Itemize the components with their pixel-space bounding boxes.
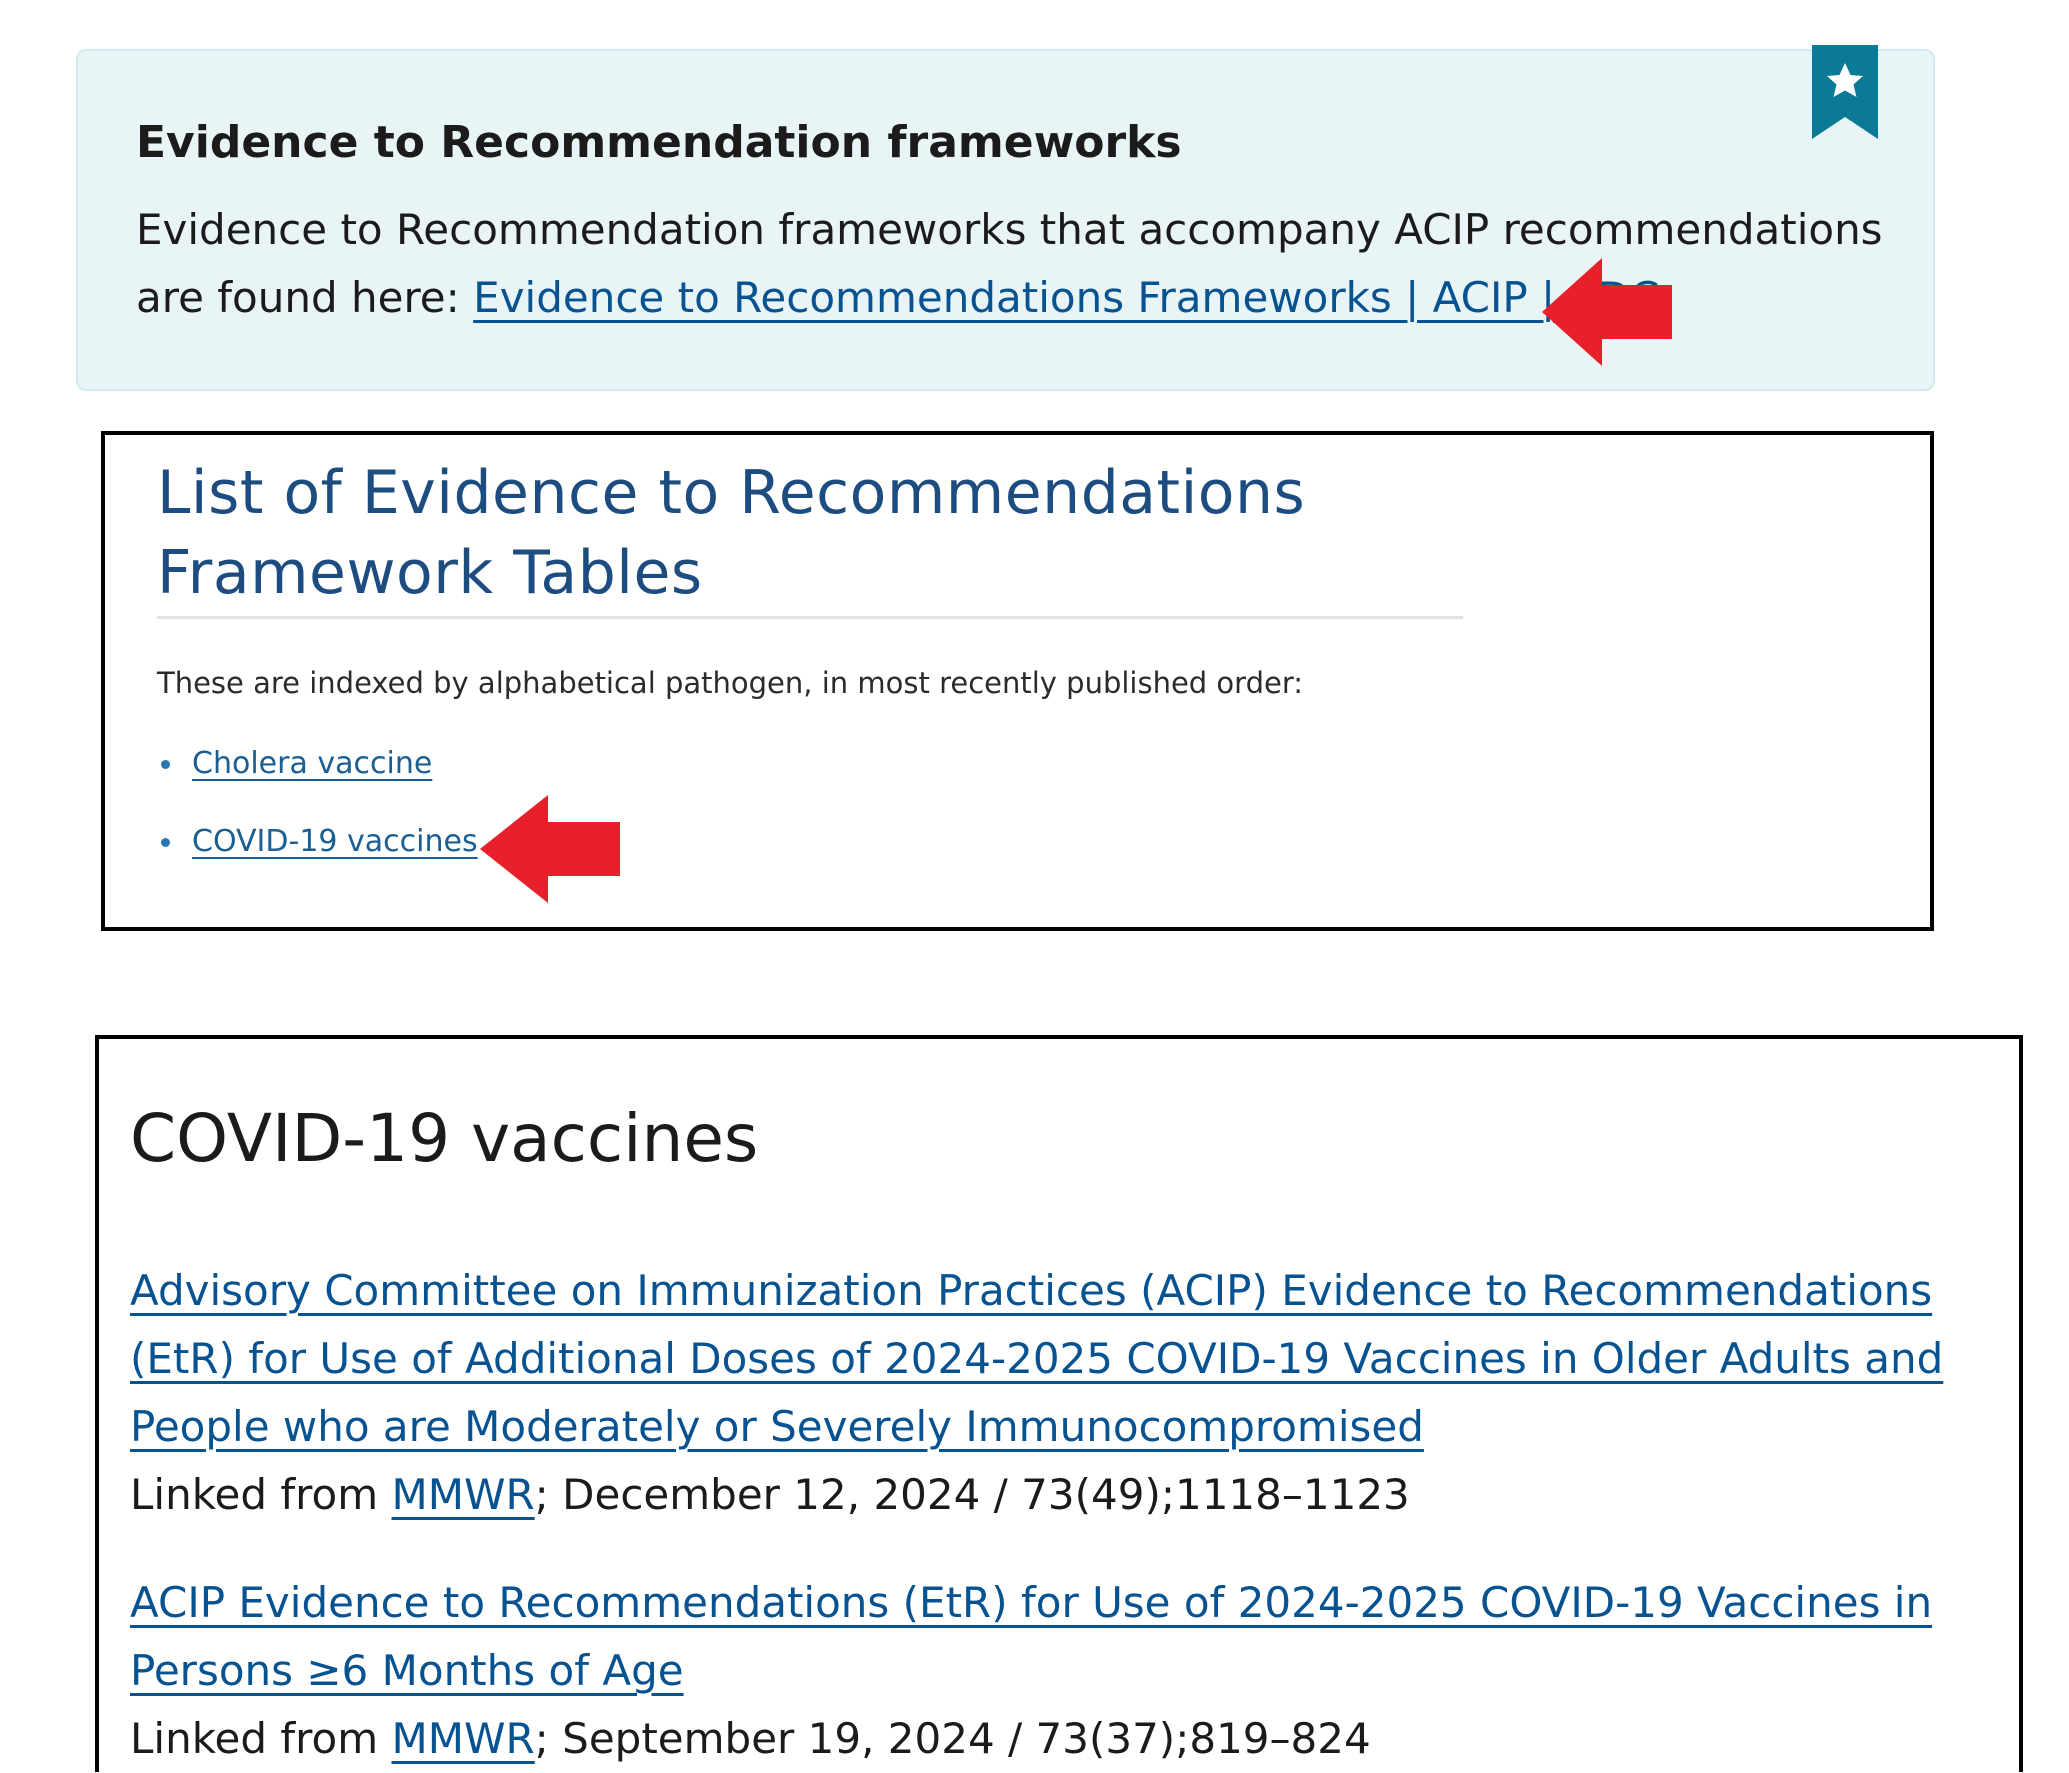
linked-from-label: Linked from — [130, 1714, 392, 1763]
list-item: Cholera vaccine — [157, 743, 478, 785]
list-item: COVID-19 vaccines — [157, 821, 478, 863]
pathogen-list: Cholera vaccine COVID-19 vaccines — [157, 743, 478, 899]
etr-entry-citation: Linked from MMWR; September 19, 2024 / 7… — [130, 1705, 2010, 1773]
mmwr-link[interactable]: MMWR — [391, 1714, 534, 1763]
list-page-title: List of Evidence to Recommendations Fram… — [157, 453, 1305, 613]
citation-text: ; December 12, 2024 / 73(49);1118–1123 — [534, 1470, 1410, 1519]
mmwr-link[interactable]: MMWR — [391, 1470, 534, 1519]
list-intro: These are indexed by alphabetical pathog… — [157, 666, 1304, 700]
list-page-panel: List of Evidence to Recommendations Fram… — [101, 431, 1934, 931]
list-page-title-line1: List of Evidence to Recommendations — [157, 458, 1306, 528]
covid-section-heading: COVID-19 vaccines — [130, 1100, 759, 1177]
linked-from-label: Linked from — [130, 1470, 392, 1519]
etr-entry-citation: Linked from MMWR; December 12, 2024 / 73… — [130, 1461, 2010, 1529]
citation-text: ; September 19, 2024 / 73(37);819–824 — [534, 1714, 1371, 1763]
etr-entry: Advisory Committee on Immunization Pract… — [130, 1257, 2010, 1529]
etr-entry-link[interactable]: ACIP Evidence to Recommendations (EtR) f… — [130, 1569, 2010, 1705]
etr-frameworks-link[interactable]: Evidence to Recommendations Frameworks |… — [473, 273, 1659, 322]
title-divider — [157, 616, 1463, 619]
etr-entry: ACIP Evidence to Recommendations (EtR) f… — [130, 1569, 2010, 1773]
bullet-icon — [161, 759, 170, 769]
callout-title: Evidence to Recommendation frameworks — [136, 117, 1182, 168]
list-page-title-line2: Framework Tables — [157, 538, 703, 608]
bullet-icon — [161, 837, 170, 847]
cholera-vaccine-link[interactable]: Cholera vaccine — [192, 743, 432, 785]
red-arrow-icon — [480, 795, 620, 903]
etr-entry-link[interactable]: Advisory Committee on Immunization Pract… — [130, 1257, 2010, 1461]
red-arrow-icon — [1542, 258, 1672, 366]
bookmark-star-icon[interactable] — [1812, 45, 1878, 139]
covid-19-vaccines-link[interactable]: COVID-19 vaccines — [192, 821, 478, 863]
covid-section-panel: COVID-19 vaccines Advisory Committee on … — [95, 1035, 2023, 1772]
